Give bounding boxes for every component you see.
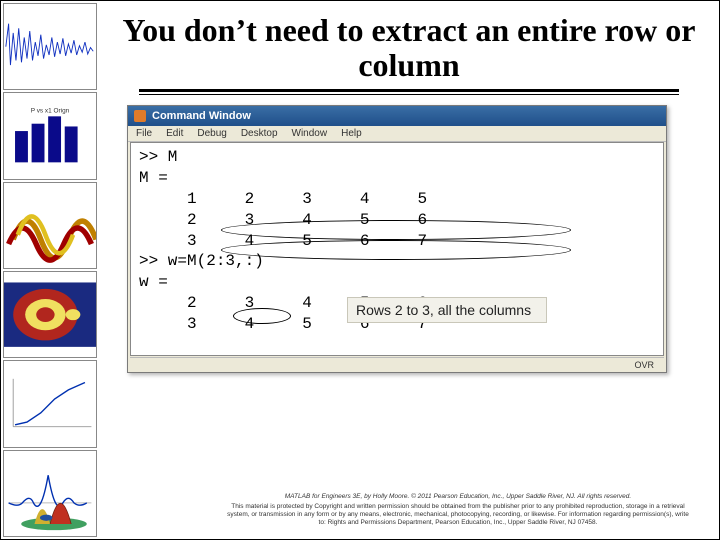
- menu-file[interactable]: File: [136, 128, 152, 139]
- copyright-footer: MATLAB for Engineers 3E, by Holly Moore.…: [197, 493, 719, 528]
- window-titlebar: Command Window: [128, 106, 666, 126]
- command-output[interactable]: >> M M = 1 2 3 4 5 2 3 4 5 6 3 4 5 6 7 >…: [130, 142, 664, 356]
- menu-edit[interactable]: Edit: [166, 128, 183, 139]
- main-content: You don’t need to extract an entire row …: [99, 1, 719, 539]
- menu-debug[interactable]: Debug: [197, 128, 226, 139]
- output-line: w =: [139, 272, 655, 293]
- menu-desktop[interactable]: Desktop: [241, 128, 278, 139]
- window-title: Command Window: [152, 110, 251, 122]
- window-statusbar: OVR: [130, 357, 664, 372]
- footer-line1: MATLAB for Engineers 3E, by Holly Moore.…: [227, 493, 689, 501]
- thumbnail-column: P vs x1 Orign: [1, 1, 99, 539]
- callout-box: Rows 2 to 3, all the columns: [347, 297, 547, 323]
- output-line: 1 2 3 4 5: [139, 189, 655, 210]
- footer-line2: This material is protected by Copyright …: [227, 503, 689, 527]
- thumb-line: [3, 360, 97, 447]
- thumb-bars: P vs x1 Orign: [3, 92, 97, 179]
- output-line: M =: [139, 168, 655, 189]
- output-line: >> M: [139, 147, 655, 168]
- command-window: Command Window File Edit Debug Desktop W…: [127, 105, 667, 373]
- thumb-peaks: [15, 477, 93, 535]
- slide: P vs x1 Orign You don’t need to extract …: [0, 0, 720, 540]
- title-underline: [139, 89, 680, 95]
- menu-window[interactable]: Window: [292, 128, 328, 139]
- svg-text:P vs x1 Orign: P vs x1 Orign: [31, 108, 70, 115]
- thumb-surface: [3, 182, 97, 269]
- thumb-fractal: [3, 271, 97, 358]
- slide-title: You don’t need to extract an entire row …: [115, 13, 703, 83]
- menu-help[interactable]: Help: [341, 128, 362, 139]
- matlab-icon: [134, 110, 146, 122]
- window-menubar: File Edit Debug Desktop Window Help: [128, 126, 666, 142]
- thumb-signal: [3, 3, 97, 90]
